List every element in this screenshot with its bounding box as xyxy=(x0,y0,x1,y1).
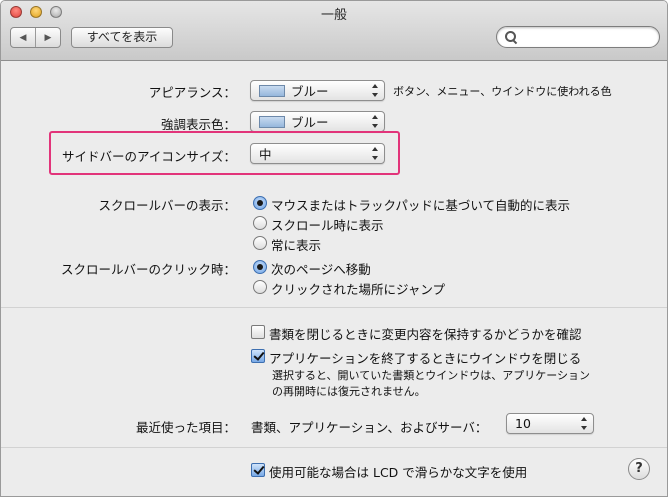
title-bar: 一般 ◀ ▶ すべてを表示 xyxy=(1,1,667,61)
appearance-value: ブルー xyxy=(291,84,329,99)
close-windows-label: アプリケーションを終了するときにウインドウを閉じる xyxy=(269,351,582,366)
popup-arrows-icon xyxy=(372,147,379,160)
help-icon: ? xyxy=(635,461,643,476)
lcd-smoothing-label: 使用可能な場合は LCD で滑らかな文字を使用 xyxy=(269,465,528,480)
recent-items-description: 書類、アプリケーション、およびサーバ： xyxy=(251,420,488,435)
sidebar-icon-size-value: 中 xyxy=(259,147,272,162)
scroll-bars-auto-label: マウスまたはトラックパッドに基づいて自動的に表示 xyxy=(271,198,571,213)
recent-items-value: 10 xyxy=(515,416,531,431)
forward-arrow-icon: ▶ xyxy=(44,32,52,43)
lcd-smoothing-checkbox[interactable] xyxy=(251,463,265,477)
scroll-click-next-page-radio[interactable] xyxy=(253,260,267,274)
back-forward-group: ◀ ▶ xyxy=(10,27,61,48)
appearance-description: ボタン、メニュー、ウインドウに使われる色 xyxy=(393,85,612,98)
preferences-window: 一般 ◀ ▶ すべてを表示 アピアランス： ブルー ボタン、メニュー、ウインドウ… xyxy=(0,0,668,497)
appearance-label: アピアランス： xyxy=(148,85,236,100)
scroll-click-label: スクロールバーのクリック時： xyxy=(60,262,236,277)
close-windows-note-line2: の再開時には復元されません。 xyxy=(272,385,426,398)
highlight-color-value: ブルー xyxy=(291,115,329,130)
recent-items-popup[interactable]: 10 xyxy=(506,413,594,434)
popup-arrows-icon xyxy=(372,115,379,128)
scroll-click-jump-label: クリックされた場所にジャンプ xyxy=(271,282,446,297)
blue-swatch-icon xyxy=(259,115,285,128)
scroll-bars-when-scrolling-label: スクロール時に表示 xyxy=(271,218,384,233)
section-divider xyxy=(1,447,667,448)
show-all-button[interactable]: すべてを表示 xyxy=(71,27,173,48)
blue-swatch-icon xyxy=(259,84,285,97)
search-input[interactable] xyxy=(521,29,651,45)
scroll-bars-auto-radio[interactable] xyxy=(253,196,267,210)
scroll-bars-when-scrolling-radio[interactable] xyxy=(253,216,267,230)
sidebar-icon-size-label: サイドバーのアイコンサイズ： xyxy=(61,149,236,164)
popup-arrows-icon xyxy=(581,417,588,430)
appearance-popup[interactable]: ブルー xyxy=(250,80,385,101)
window-title: 一般 xyxy=(320,8,347,23)
section-divider xyxy=(1,307,667,308)
scroll-click-jump-radio[interactable] xyxy=(253,280,267,294)
scroll-click-next-page-label: 次のページへ移動 xyxy=(271,262,371,277)
ask-keep-changes-label: 書類を閉じるときに変更内容を保持するかどうかを確認 xyxy=(269,327,582,342)
forward-button[interactable]: ▶ xyxy=(35,28,60,47)
highlight-color-popup[interactable]: ブルー xyxy=(250,111,385,132)
ask-keep-changes-checkbox[interactable] xyxy=(251,325,265,339)
back-arrow-icon: ◀ xyxy=(19,32,27,43)
scroll-bars-always-radio[interactable] xyxy=(253,236,267,250)
search-field[interactable] xyxy=(496,26,660,48)
sidebar-icon-size-popup[interactable]: 中 xyxy=(250,143,385,164)
help-button[interactable]: ? xyxy=(628,458,650,480)
show-scroll-bars-label: スクロールバーの表示： xyxy=(98,198,236,213)
back-button[interactable]: ◀ xyxy=(11,28,35,47)
popup-arrows-icon xyxy=(372,84,379,97)
scroll-bars-always-label: 常に表示 xyxy=(271,238,322,253)
search-icon xyxy=(505,31,517,43)
close-windows-note-line1: 選択すると、開いていた書類とウインドウは、アプリケーション xyxy=(272,369,591,382)
recent-items-label: 最近使った項目： xyxy=(135,420,236,435)
close-windows-checkbox[interactable] xyxy=(251,349,265,363)
